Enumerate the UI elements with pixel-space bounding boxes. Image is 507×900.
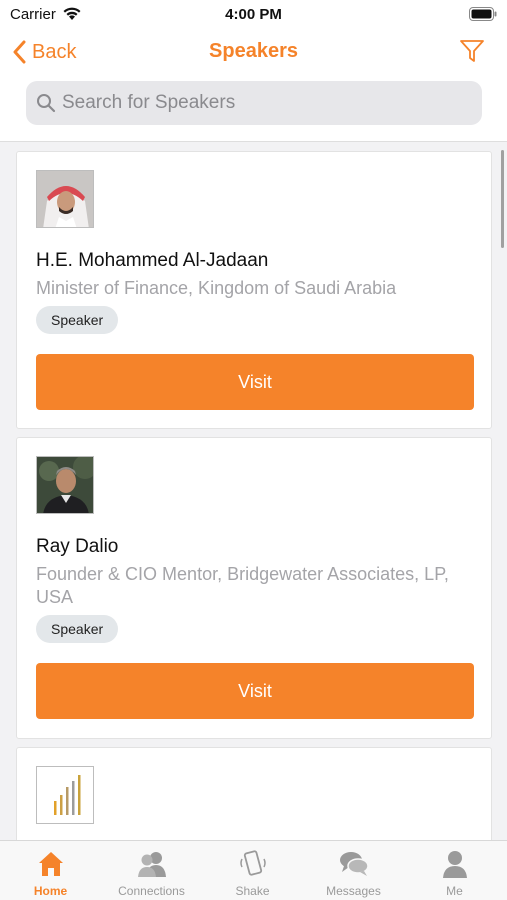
search-section xyxy=(0,76,507,142)
tab-label: Home xyxy=(33,884,68,898)
speaker-name: H.E. Mohammed Al-Jadaan xyxy=(36,250,269,271)
shake-icon xyxy=(202,849,303,879)
tab-label: Connections xyxy=(118,884,185,898)
messages-icon xyxy=(303,849,404,879)
person-icon xyxy=(404,849,505,879)
speaker-photo xyxy=(36,456,94,514)
search-input[interactable] xyxy=(62,92,452,114)
speaker-photo xyxy=(36,170,94,228)
speaker-title: Minister of Finance, Kingdom of Saudi Ar… xyxy=(36,278,397,298)
speaker-photo xyxy=(36,766,94,824)
speaker-card: Ray Dalio Founder & CIO Mentor, Bridgewa… xyxy=(16,437,492,739)
tab-bar: Home Connections Shake Messages Me xyxy=(0,840,507,900)
filter-button[interactable] xyxy=(459,38,485,69)
back-label: Back xyxy=(32,40,77,63)
speaker-card: H.E. Mohammed Al-Jadaan Minister of Fina… xyxy=(16,151,492,429)
role-badge: Speaker xyxy=(36,615,119,643)
bar-logo-icon xyxy=(37,767,93,823)
home-icon xyxy=(0,849,101,879)
visit-button[interactable]: Visit xyxy=(36,354,474,410)
chevron-left-icon xyxy=(13,40,26,64)
clock: 4:00 PM xyxy=(225,6,282,23)
search-bar[interactable] xyxy=(26,81,482,125)
filter-icon xyxy=(460,40,484,62)
speaker-card xyxy=(16,747,492,840)
search-icon xyxy=(36,93,56,113)
role-badge: Speaker xyxy=(36,306,119,334)
speaker-name: Ray Dalio xyxy=(36,536,119,557)
connections-icon xyxy=(101,849,202,879)
navigation-bar: Back Speakers xyxy=(0,28,507,76)
tab-home[interactable]: Home xyxy=(0,841,101,900)
tab-messages[interactable]: Messages xyxy=(303,841,404,900)
speaker-list[interactable]: H.E. Mohammed Al-Jadaan Minister of Fina… xyxy=(0,142,507,840)
tab-shake[interactable]: Shake xyxy=(202,841,303,900)
speaker-title: Founder & CIO Mentor, Bridgewater Associ… xyxy=(36,564,449,607)
tab-connections[interactable]: Connections xyxy=(101,841,202,900)
status-bar: Carrier 4:00 PM xyxy=(0,0,507,28)
tab-label: Shake xyxy=(235,884,270,898)
back-button[interactable]: Back xyxy=(12,37,76,67)
scrollbar[interactable] xyxy=(501,150,504,248)
visit-button[interactable]: Visit xyxy=(36,663,474,719)
tab-label: Me xyxy=(446,884,463,898)
battery-icon xyxy=(469,7,497,26)
tab-me[interactable]: Me xyxy=(404,841,505,900)
tab-label: Messages xyxy=(326,884,381,898)
